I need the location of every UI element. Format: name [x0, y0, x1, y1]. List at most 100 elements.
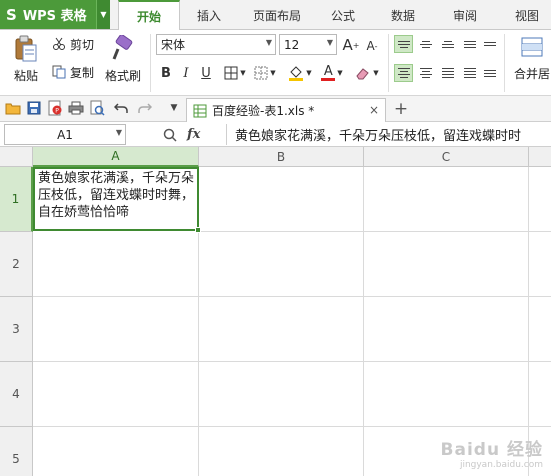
borders-button[interactable]: ▼: [222, 63, 248, 83]
cell-a4[interactable]: [33, 362, 199, 427]
merge-center-label: 合并居: [513, 67, 550, 81]
customize-toolbar-icon[interactable]: ▼: [166, 100, 182, 116]
paste-label: 粘贴: [13, 69, 38, 83]
copy-button[interactable]: 复制: [52, 63, 94, 81]
merge-center-button[interactable]: 合并居: [510, 35, 551, 82]
grow-font-button[interactable]: A +: [342, 35, 360, 55]
cell-b5[interactable]: [199, 427, 364, 476]
app-name: WPS 表格: [22, 9, 87, 24]
cell-c4[interactable]: [364, 362, 529, 427]
cell-b3[interactable]: [199, 297, 364, 362]
copy-icon: [52, 65, 66, 79]
svg-text:P: P: [55, 108, 59, 115]
cell-a3[interactable]: [33, 297, 199, 362]
tab-formulas[interactable]: 公式: [320, 0, 366, 30]
name-box[interactable]: A1 ▼: [4, 124, 126, 145]
paint-bucket-icon: [288, 65, 304, 81]
cut-button[interactable]: 剪切: [52, 35, 94, 53]
cell-d4[interactable]: [529, 362, 551, 427]
export-pdf-icon[interactable]: P: [47, 100, 63, 116]
app-menu-button[interactable]: S WPS 表格: [0, 0, 96, 29]
cell-c3[interactable]: [364, 297, 529, 362]
align-middle-button[interactable]: [416, 35, 435, 53]
tab-review[interactable]: 审阅: [442, 0, 488, 30]
tab-page-layout[interactable]: 页面布局: [240, 0, 314, 30]
column-header-b[interactable]: B: [199, 147, 364, 167]
copy-label: 复制: [70, 65, 95, 80]
row-header-5[interactable]: 5: [0, 427, 33, 476]
format-painter-button[interactable]: 格式刷: [103, 35, 143, 84]
name-box-value: A1: [57, 127, 73, 142]
cell-b4[interactable]: [199, 362, 364, 427]
column-header-a[interactable]: A: [33, 147, 199, 167]
formula-input[interactable]: 黄色娘家花满溪，千朵万朵压枝低，留连戏蝶时时: [226, 124, 551, 145]
ribbon-divider: [388, 34, 389, 92]
cell-d1[interactable]: [529, 167, 551, 232]
tab-view[interactable]: 视图: [504, 0, 550, 30]
app-menu-dropdown-icon[interactable]: ▼: [96, 0, 110, 29]
underline-button[interactable]: U: [198, 63, 214, 83]
spreadsheet-grid: A B C 1 2 3 4 5 黄色娘家花满溪，千朵万朵压枝低，留连戏蝶时时舞，…: [0, 147, 551, 476]
tab-data[interactable]: 数据: [380, 0, 426, 30]
cell-a2[interactable]: [33, 232, 199, 297]
row-header-3[interactable]: 3: [0, 297, 33, 362]
distribute-button[interactable]: [480, 64, 499, 82]
font-size-value: 12: [284, 37, 300, 52]
font-color-button[interactable]: A ▼: [318, 63, 346, 83]
cell-c2[interactable]: [364, 232, 529, 297]
cell-a1-active[interactable]: 黄色娘家花满溪，千朵万朵压枝低，留连戏蝶时时舞，自在娇莺恰恰啼: [33, 167, 199, 231]
new-tab-button[interactable]: +: [392, 99, 410, 119]
spreadsheet-file-icon: [193, 104, 207, 118]
cell-b1[interactable]: [199, 167, 364, 232]
bold-button[interactable]: B: [158, 63, 174, 83]
save-icon[interactable]: [26, 100, 42, 116]
grid-style-icon: [254, 66, 268, 80]
print-icon[interactable]: [68, 100, 84, 116]
row-header-1[interactable]: 1: [0, 167, 33, 232]
cell-c1[interactable]: [364, 167, 529, 232]
grow-font-icon: A: [342, 36, 353, 54]
open-folder-icon[interactable]: [5, 100, 21, 116]
paste-button[interactable]: 粘贴: [8, 35, 44, 84]
print-preview-icon[interactable]: [89, 100, 105, 116]
column-header-d[interactable]: [529, 147, 551, 167]
file-tab[interactable]: 百度经验-表1.xls * ×: [186, 98, 386, 122]
eraser-icon: [355, 66, 371, 80]
brush-icon: [111, 35, 135, 61]
shrink-font-button[interactable]: A-: [364, 36, 380, 56]
watermark-url: jingyan.baidu.com: [459, 460, 543, 470]
undo-icon[interactable]: [113, 100, 129, 116]
close-icon[interactable]: ×: [369, 103, 379, 117]
align-top-button[interactable]: [394, 35, 413, 53]
column-header-c[interactable]: C: [364, 147, 529, 167]
select-all-corner[interactable]: [0, 147, 33, 167]
align-center-button[interactable]: [416, 64, 435, 82]
cell-d2[interactable]: [529, 232, 551, 297]
cell-a5[interactable]: [33, 427, 199, 476]
font-color-icon: A: [323, 63, 333, 79]
file-tab-name: 百度经验-表1.xls *: [212, 104, 315, 118]
baidu-watermark: Baidu 经验 jingyan.baidu.com: [441, 435, 543, 470]
tab-insert[interactable]: 插入: [184, 0, 234, 30]
font-size-select[interactable]: 12 ▼: [279, 34, 337, 55]
align-right-button[interactable]: [438, 64, 457, 82]
zoom-icon[interactable]: [163, 128, 177, 142]
redo-icon[interactable]: [137, 100, 153, 116]
fill-handle[interactable]: [195, 227, 201, 233]
align-justify-top-button[interactable]: [460, 35, 479, 53]
tab-home[interactable]: 开始: [118, 0, 180, 31]
justify-button[interactable]: [460, 64, 479, 82]
insert-function-button[interactable]: fx: [187, 127, 200, 142]
row-header-2[interactable]: 2: [0, 232, 33, 297]
fill-color-button[interactable]: ▼: [286, 63, 314, 83]
wrap-text-button[interactable]: [480, 35, 499, 53]
italic-button[interactable]: I: [178, 63, 194, 83]
align-left-button[interactable]: [394, 64, 413, 82]
cell-style-button[interactable]: ▼: [252, 63, 278, 83]
row-header-4[interactable]: 4: [0, 362, 33, 427]
font-name-select[interactable]: 宋体 ▼: [156, 34, 276, 55]
align-bottom-button[interactable]: [438, 35, 457, 53]
clear-format-button[interactable]: ▼: [354, 63, 380, 83]
cell-b2[interactable]: [199, 232, 364, 297]
cell-d3[interactable]: [529, 297, 551, 362]
